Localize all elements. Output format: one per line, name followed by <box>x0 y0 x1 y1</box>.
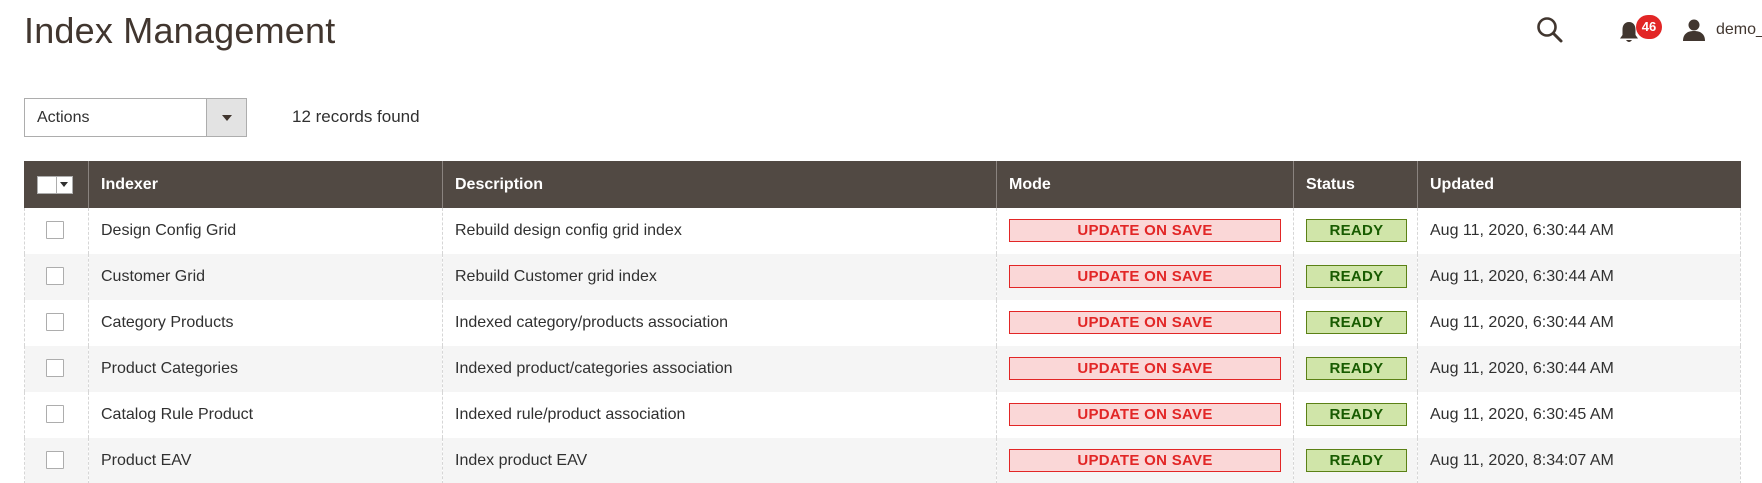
description-cell: Indexed rule/product association <box>442 391 997 438</box>
mode-cell: UPDATE ON SAVE <box>996 437 1294 483</box>
mode-cell: UPDATE ON SAVE <box>996 253 1294 300</box>
updated-cell: Aug 11, 2020, 6:30:44 AM <box>1417 299 1741 346</box>
description-cell: Rebuild design config grid index <box>442 207 997 254</box>
indexer-cell: Category Products <box>88 299 443 346</box>
mode-badge: UPDATE ON SAVE <box>1009 311 1281 334</box>
chevron-down-icon[interactable] <box>56 176 72 193</box>
table-row: Customer Grid Rebuild Customer grid inde… <box>24 253 1741 300</box>
status-cell: READY <box>1293 437 1418 483</box>
row-checkbox[interactable] <box>46 267 64 286</box>
search-icon[interactable] <box>1534 14 1566 46</box>
status-badge: READY <box>1306 219 1407 242</box>
row-select-cell <box>24 299 89 346</box>
header-actions: 46 demo_admin <box>1422 12 1762 48</box>
description-cell: Index product EAV <box>442 437 997 483</box>
status-badge: READY <box>1306 449 1407 472</box>
mass-select-checkbox[interactable] <box>38 176 57 193</box>
page-title: Index Management <box>24 10 336 51</box>
row-checkbox[interactable] <box>46 221 64 240</box>
mode-badge: UPDATE ON SAVE <box>1009 449 1281 472</box>
status-cell: READY <box>1293 391 1418 438</box>
mode-cell: UPDATE ON SAVE <box>996 207 1294 254</box>
mode-badge: UPDATE ON SAVE <box>1009 265 1281 288</box>
column-header-indexer[interactable]: Indexer <box>88 161 443 208</box>
table-row: Product Categories Indexed product/categ… <box>24 345 1741 392</box>
description-cell: Indexed category/products association <box>442 299 997 346</box>
user-menu[interactable]: demo_admin <box>1682 14 1762 46</box>
column-header-description[interactable]: Description <box>442 161 997 208</box>
indexer-cell: Product Categories <box>88 345 443 392</box>
mode-badge: UPDATE ON SAVE <box>1009 357 1281 380</box>
indexer-cell: Design Config Grid <box>88 207 443 254</box>
records-found: 12 records found <box>292 107 420 126</box>
user-icon <box>1683 19 1705 41</box>
grid-header-row: Indexer Description Mode Status Updated <box>24 161 1741 208</box>
row-checkbox[interactable] <box>46 451 64 470</box>
status-badge: READY <box>1306 357 1407 380</box>
indexer-cell: Product EAV <box>88 437 443 483</box>
status-cell: READY <box>1293 253 1418 300</box>
row-select-cell <box>24 253 89 300</box>
actions-dropdown[interactable]: Actions <box>24 98 247 137</box>
table-row: Category Products Indexed category/produ… <box>24 299 1741 346</box>
row-select-cell <box>24 391 89 438</box>
chevron-down-icon[interactable] <box>206 99 246 136</box>
updated-cell: Aug 11, 2020, 6:30:44 AM <box>1417 253 1741 300</box>
indexer-cell: Catalog Rule Product <box>88 391 443 438</box>
status-badge: READY <box>1306 265 1407 288</box>
mass-select-header <box>24 161 89 208</box>
notification-count-badge: 46 <box>1636 15 1662 39</box>
status-badge: READY <box>1306 403 1407 426</box>
updated-cell: Aug 11, 2020, 6:30:44 AM <box>1417 207 1741 254</box>
indexer-cell: Customer Grid <box>88 253 443 300</box>
row-checkbox[interactable] <box>46 405 64 424</box>
mode-badge: UPDATE ON SAVE <box>1009 219 1281 242</box>
index-grid: Indexer Description Mode Status Updated … <box>24 161 1741 483</box>
row-select-cell <box>24 207 89 254</box>
description-cell: Rebuild Customer grid index <box>442 253 997 300</box>
row-select-cell <box>24 345 89 392</box>
row-select-cell <box>24 437 89 483</box>
updated-cell: Aug 11, 2020, 8:34:07 AM <box>1417 437 1741 483</box>
mass-select-dropdown[interactable] <box>37 175 73 194</box>
mode-cell: UPDATE ON SAVE <box>996 345 1294 392</box>
status-cell: READY <box>1293 345 1418 392</box>
table-row: Design Config Grid Rebuild design config… <box>24 207 1741 254</box>
column-header-updated[interactable]: Updated <box>1417 161 1741 208</box>
actions-dropdown-label: Actions <box>37 109 90 126</box>
table-row: Catalog Rule Product Indexed rule/produc… <box>24 391 1741 438</box>
row-checkbox[interactable] <box>46 359 64 378</box>
column-header-mode[interactable]: Mode <box>996 161 1294 208</box>
mode-cell: UPDATE ON SAVE <box>996 391 1294 438</box>
mode-badge: UPDATE ON SAVE <box>1009 403 1281 426</box>
mode-cell: UPDATE ON SAVE <box>996 299 1294 346</box>
notifications-button[interactable]: 46 <box>1618 15 1662 48</box>
user-name: demo_admin <box>1716 21 1762 38</box>
updated-cell: Aug 11, 2020, 6:30:45 AM <box>1417 391 1741 438</box>
status-cell: READY <box>1293 207 1418 254</box>
updated-cell: Aug 11, 2020, 6:30:44 AM <box>1417 345 1741 392</box>
row-checkbox[interactable] <box>46 313 64 332</box>
status-cell: READY <box>1293 299 1418 346</box>
status-badge: READY <box>1306 311 1407 334</box>
table-row: Product EAV Index product EAV UPDATE ON … <box>24 437 1741 483</box>
column-header-status[interactable]: Status <box>1293 161 1418 208</box>
description-cell: Indexed product/categories association <box>442 345 997 392</box>
